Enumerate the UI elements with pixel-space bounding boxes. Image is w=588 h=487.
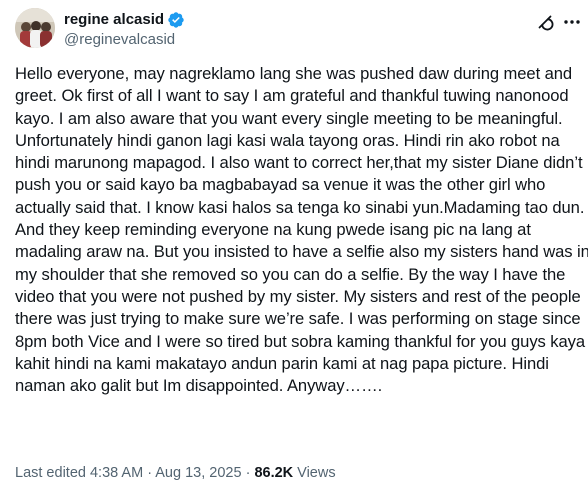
meta-separator: ·	[143, 465, 156, 481]
verified-badge-icon	[167, 11, 185, 29]
tweet-meta: Last edited 4:38 AM · Aug 13, 2025 · 86.…	[15, 464, 336, 482]
post-date[interactable]: Aug 13, 2025	[155, 465, 241, 481]
views-label: Views	[293, 465, 336, 481]
author-display-name[interactable]: regine alcasid	[64, 11, 164, 29]
views-count: 86.2K	[254, 465, 294, 481]
grok-icon[interactable]	[535, 12, 555, 32]
author-handle[interactable]: @reginevalcasid	[64, 31, 175, 49]
avatar[interactable]	[15, 8, 55, 48]
edited-timestamp[interactable]: Last edited 4:38 AM	[15, 465, 143, 481]
meta-separator: ·	[241, 465, 255, 481]
tweet-text: Hello everyone, may nagreklamo lang she …	[15, 64, 588, 396]
author-name-row: regine alcasid	[64, 11, 185, 29]
more-icon[interactable]	[562, 12, 582, 32]
tweet: regine alcasid @reginevalcasid Hello eve…	[0, 0, 588, 487]
